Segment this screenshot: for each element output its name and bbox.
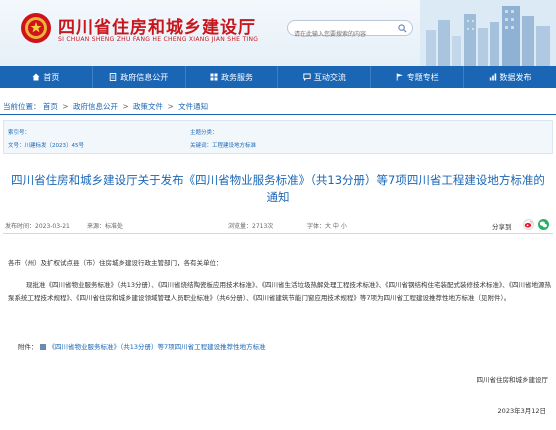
publish-time: 发布时间：2023-03-21: [5, 223, 70, 230]
breadcrumb-gov-info[interactable]: 政府信息公开: [73, 102, 118, 111]
site-subtitle: SI CHUAN SHENG ZHU FANG HE CHENG XIANG J…: [58, 36, 259, 43]
nav-label: 专题专栏: [406, 72, 439, 82]
meta-docno: 文号：川建标发〔2023〕45号: [8, 141, 84, 149]
meta-index-label: 索引号：: [8, 130, 31, 136]
page: 四川省住房和城乡建设厅 SI CHUAN SHENG ZHU FANG HE C…: [0, 0, 556, 430]
weibo-share-icon[interactable]: [523, 219, 534, 230]
meta-subject: 主题分类：: [190, 128, 218, 136]
meta-docno-value: 川建标发〔2023〕45号: [24, 143, 85, 149]
main-paragraph: 现批准《四川省物业服务标准》（共13分册）、《四川省烧结陶瓷板应用技术标准》、《…: [8, 281, 552, 302]
nav-label: 政务服务: [221, 72, 254, 82]
grid-icon: [210, 73, 218, 81]
breadcrumb: 当前位置： 首页 > 政府信息公开 > 政策文件 > 文件通知: [3, 101, 208, 112]
document-info-bar: 发布时间：2023-03-21 来源：标准处 浏览量：2713次 字体：大 中 …: [3, 218, 553, 234]
home-icon: [32, 73, 40, 81]
nav-item-gov-info[interactable]: 政府信息公开: [93, 66, 186, 88]
attachment-file-icon: [39, 344, 46, 350]
salutation: 各市（州）及扩权试点县（市）住房城乡建设行政主管部门，各有关单位：: [8, 259, 223, 267]
signature-date: 2023年3月12日: [497, 407, 546, 415]
document-meta-table: 索引号： 主题分类： 文号：川建标发〔2023〕45号 关键词：工程建设地方标准: [3, 120, 553, 154]
meta-index: 索引号：: [8, 128, 30, 136]
breadcrumb-notices[interactable]: 文件通知: [178, 102, 208, 111]
meta-subject-label: 主题分类：: [190, 130, 218, 136]
nav-label: 数据发布: [499, 72, 532, 82]
breadcrumb-separator: >: [122, 102, 129, 111]
view-count: 浏览量：2713次: [228, 223, 274, 230]
search-icon[interactable]: [398, 24, 407, 33]
nav-label: 互动交流: [313, 72, 346, 82]
document-icon: [109, 73, 117, 81]
wechat-share-icon[interactable]: [538, 219, 549, 230]
flag-icon: [396, 73, 403, 81]
site-header: 四川省住房和城乡建设厅 SI CHUAN SHENG ZHU FANG HE C…: [0, 0, 556, 66]
attachment-line: 附件： 《四川省物业服务标准》（共13分册）等7项四川省工程建设推荐性地方标准: [18, 341, 556, 354]
city-skyline-graphic: [420, 0, 556, 66]
nav-label: 政府信息公开: [120, 72, 169, 82]
meta-docno-label: 文号：: [8, 143, 25, 149]
search-box: [287, 20, 413, 42]
breadcrumb-separator: >: [167, 102, 174, 111]
nav-item-gov-services[interactable]: 政务服务: [186, 66, 279, 88]
breadcrumb-home[interactable]: 首页: [43, 102, 58, 111]
national-emblem-icon: [21, 13, 51, 43]
breadcrumb-separator: >: [62, 102, 69, 111]
meta-keywords-value: 工程建设地方标准: [212, 143, 257, 149]
nav-item-data-release[interactable]: 数据发布: [464, 66, 556, 88]
attachment-label: 附件：: [18, 343, 38, 351]
attachment-link[interactable]: 《四川省物业服务标准》（共13分册）等7项四川省工程建设推荐性地方标准: [49, 343, 266, 351]
breadcrumb-policy-docs[interactable]: 政策文件: [133, 102, 163, 111]
document-title: 四川省住房和城乡建设厅关于发布《四川省物业服务标准》（共13分册）等7项四川省工…: [11, 173, 545, 204]
site-title: 四川省住房和城乡建设厅: [58, 18, 256, 38]
signature-org: 四川省住房和城乡建设厅: [476, 376, 549, 384]
font-size-selector[interactable]: 字体：大 中 小: [307, 221, 347, 230]
nav-item-home[interactable]: 首页: [0, 66, 93, 88]
nav-label: 首页: [43, 72, 60, 82]
nav-item-interaction[interactable]: 互动交流: [278, 66, 372, 88]
meta-keywords: 关键词：工程建设地方标准: [190, 141, 256, 149]
search-input[interactable]: [288, 27, 388, 42]
main-nav: 首页 政府信息公开 政务服务 互动交流 专题专栏 数据发布: [0, 66, 556, 88]
share-label: 分享到: [492, 223, 512, 231]
nav-item-special-topics[interactable]: 专题专栏: [371, 66, 465, 88]
chat-icon: [303, 73, 311, 81]
breadcrumb-divider: [0, 114, 556, 115]
source: 来源：标准处: [87, 223, 124, 230]
chart-icon: [489, 73, 496, 81]
breadcrumb-label: 当前位置：: [3, 102, 41, 111]
meta-keywords-label: 关键词：: [190, 143, 213, 149]
